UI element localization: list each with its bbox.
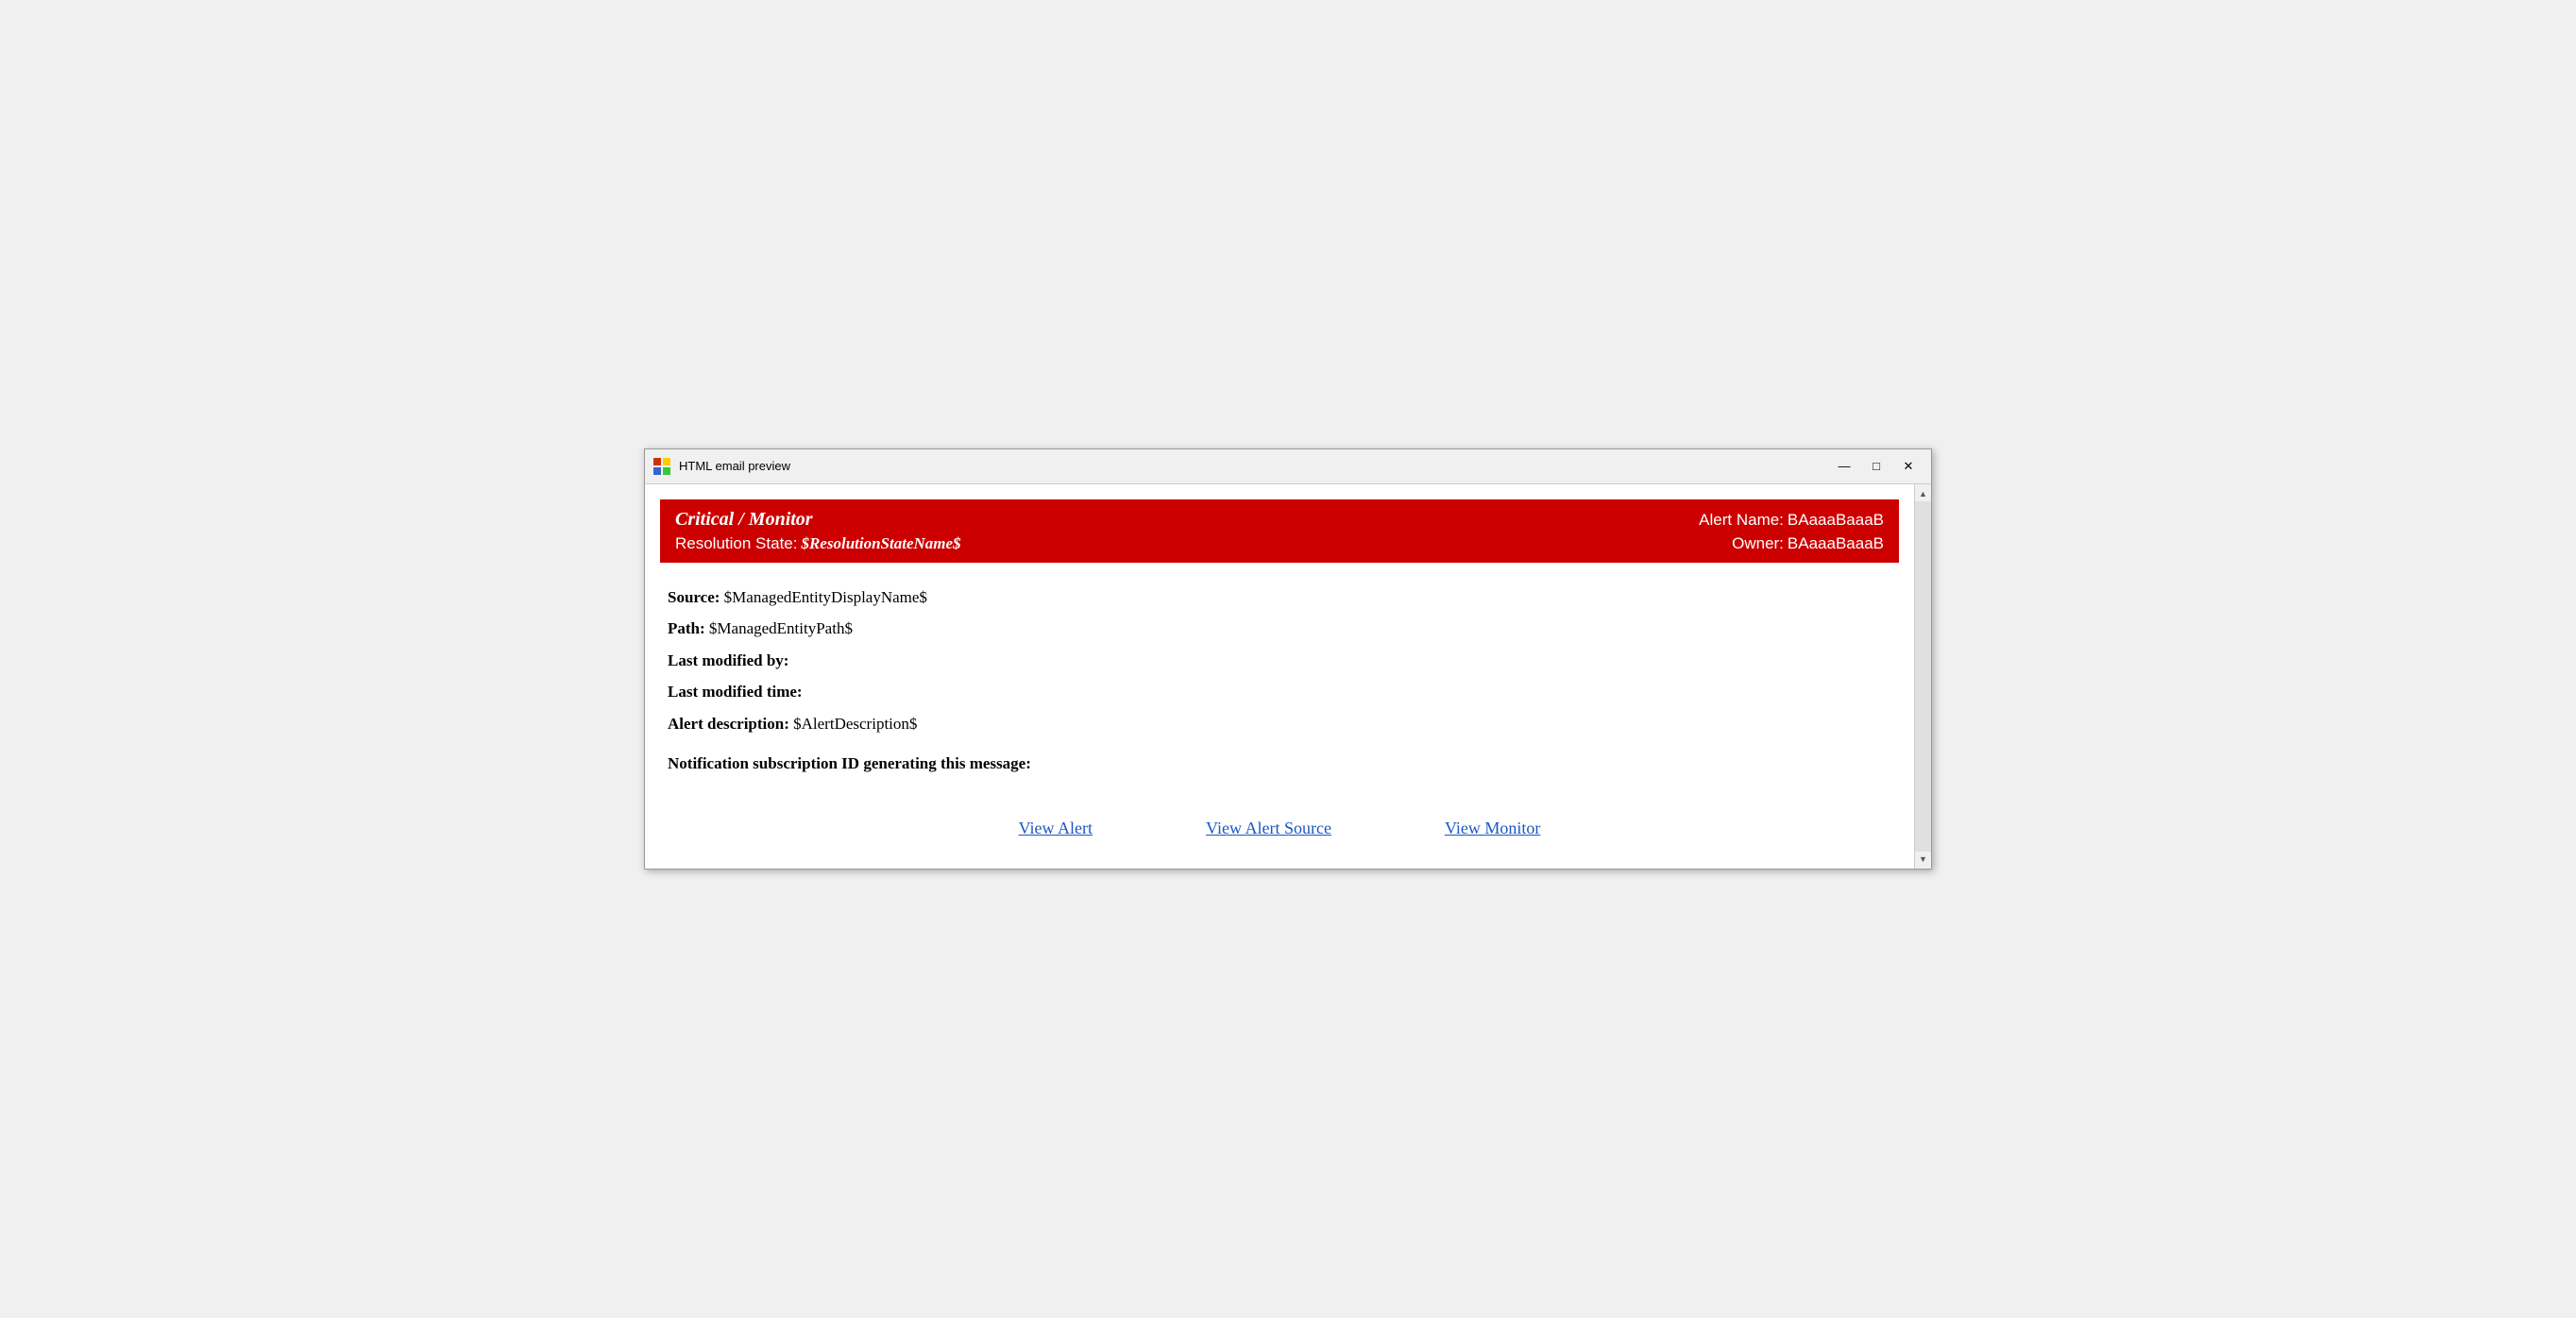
alert-description-value: $AlertDescription$ [793,715,917,733]
scroll-down-arrow[interactable]: ▼ [1916,852,1931,867]
main-content: Critical / Monitor Alert Name: BAaaaBaaa… [645,484,1914,870]
window-controls: — □ ✕ [1829,455,1924,478]
owner-section: Owner: BAaaaBaaaB [1732,534,1884,553]
source-value: $ManagedEntityDisplayName$ [724,588,927,606]
view-alert-source-link[interactable]: View Alert Source [1206,819,1331,838]
last-modified-time-label: Last modified time: [668,683,803,701]
alert-name-value: BAaaaBaaaB [1788,511,1884,530]
last-modified-time-line: Last modified time: [668,680,1891,704]
owner-label: Owner: [1732,534,1784,553]
source-line: Source: $ManagedEntityDisplayName$ [668,585,1891,610]
window-title: HTML email preview [679,459,790,473]
scrollbar[interactable]: ▲ ▼ [1914,484,1931,870]
owner-value: BAaaaBaaaB [1788,534,1884,553]
resolution-label: Resolution State: [675,534,797,553]
path-value: $ManagedEntityPath$ [709,619,853,637]
view-monitor-link[interactable]: View Monitor [1445,819,1540,838]
alert-description-label: Alert description: [668,715,789,733]
email-body: Source: $ManagedEntityDisplayName$ Path:… [645,563,1914,870]
main-window: HTML email preview — □ ✕ Critical / Moni… [644,448,1932,870]
maximize-button[interactable]: □ [1861,455,1891,478]
close-button[interactable]: ✕ [1893,455,1924,478]
content-area: Critical / Monitor Alert Name: BAaaaBaaa… [645,484,1931,870]
notification-line: Notification subscription ID generating … [668,754,1891,773]
path-line: Path: $ManagedEntityPath$ [668,617,1891,641]
resolution-value: $ResolutionStateName$ [801,534,960,553]
minimize-button[interactable]: — [1829,455,1859,478]
alert-title: Critical / Monitor [675,509,1699,531]
alert-name-section: Alert Name: BAaaaBaaaB [1699,511,1884,530]
path-label: Path: [668,619,705,637]
scroll-up-arrow[interactable]: ▲ [1916,486,1931,501]
alert-description-line: Alert description: $AlertDescription$ [668,712,1891,736]
alert-name-label: Alert Name: [1699,511,1784,530]
title-bar-left: HTML email preview [652,457,790,476]
view-alert-link[interactable]: View Alert [1019,819,1093,838]
scroll-track[interactable] [1915,501,1931,853]
alert-header: Critical / Monitor Alert Name: BAaaaBaaa… [660,499,1899,563]
app-icon [652,457,671,476]
links-section: View Alert View Alert Source View Monito… [668,803,1891,853]
resolution-section: Resolution State: $ResolutionStateName$ [675,534,1732,553]
last-modified-by-label: Last modified by: [668,651,788,669]
source-label: Source: [668,588,720,606]
last-modified-by-line: Last modified by: [668,649,1891,673]
alert-header-row-2: Resolution State: $ResolutionStateName$ … [675,534,1884,553]
alert-header-row-1: Critical / Monitor Alert Name: BAaaaBaaa… [675,509,1884,531]
title-bar: HTML email preview — □ ✕ [645,449,1931,484]
